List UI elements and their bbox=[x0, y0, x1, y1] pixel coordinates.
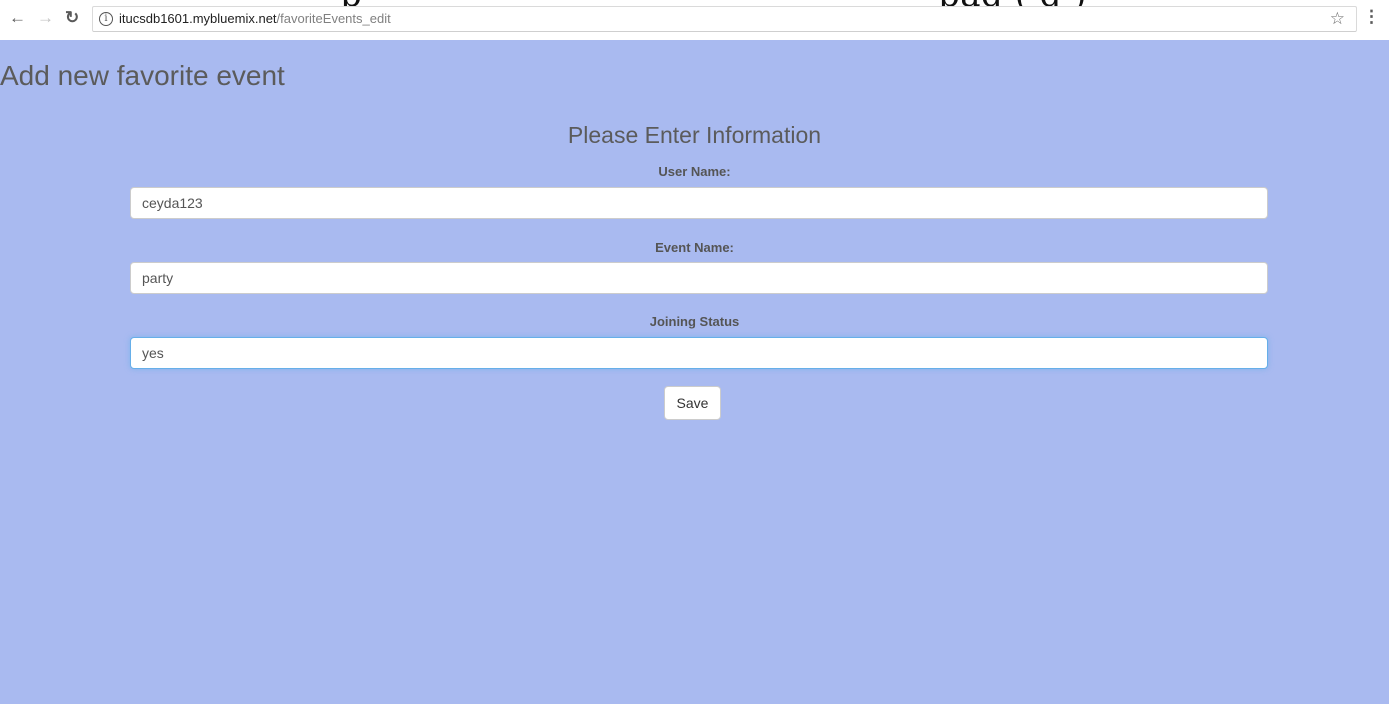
joining-status-label: Joining Status bbox=[649, 314, 740, 329]
menu-icon[interactable]: ⋮ bbox=[1363, 8, 1380, 25]
page-content: Add new favorite event Please Enter Info… bbox=[0, 40, 1389, 704]
save-button[interactable]: Save bbox=[664, 386, 721, 420]
browser-toolbar: p pag ( g ) ← → ↻ i itucsdb1601.mybluemi… bbox=[0, 0, 1389, 40]
reload-icon[interactable]: ↻ bbox=[65, 9, 79, 26]
joining-status-input[interactable] bbox=[130, 337, 1268, 369]
event-name-input[interactable] bbox=[130, 262, 1268, 294]
form-heading: Please Enter Information bbox=[567, 122, 822, 148]
user-name-input[interactable] bbox=[130, 187, 1268, 219]
url-path: /favoriteEvents_edit bbox=[276, 11, 391, 26]
url-host: itucsdb1601.mybluemix.net bbox=[119, 11, 277, 26]
star-icon[interactable]: ☆ bbox=[1330, 9, 1345, 29]
url-text[interactable]: itucsdb1601.mybluemix.net/favoriteEvents… bbox=[119, 11, 391, 26]
address-bar[interactable]: i itucsdb1601.mybluemix.net/favoriteEven… bbox=[92, 6, 1357, 32]
page-title: Add new favorite event bbox=[0, 60, 285, 91]
info-icon[interactable]: i bbox=[99, 12, 113, 26]
user-name-label: User Name: bbox=[658, 164, 731, 179]
forward-arrow-icon[interactable]: → bbox=[37, 9, 54, 26]
back-arrow-icon[interactable]: ← bbox=[9, 9, 26, 26]
event-name-label: Event Name: bbox=[655, 240, 734, 255]
